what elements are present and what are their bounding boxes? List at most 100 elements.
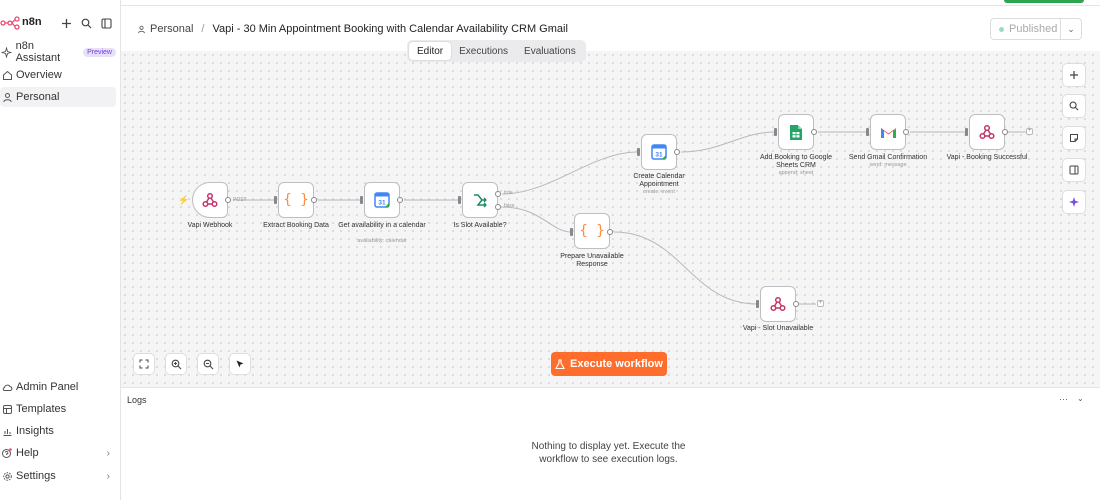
workflow-name[interactable]: Vapi - 30 Min Appointment Booking with C… [212, 23, 567, 35]
flask-icon [555, 358, 565, 369]
input-handle[interactable] [965, 128, 968, 136]
add-node-plus-icon[interactable]: + [1026, 128, 1033, 135]
sparkle-icon [1069, 197, 1079, 207]
code-braces-icon: { } [579, 223, 605, 239]
cursor-icon [236, 360, 244, 368]
node-vapi-slot-unavailable[interactable] [760, 286, 796, 322]
sidebar-item-personal[interactable]: Personal [0, 87, 116, 107]
svg-text:31: 31 [655, 152, 663, 159]
node-is-slot-available[interactable] [462, 182, 498, 218]
sidebar-item-overview[interactable]: Overview [0, 65, 116, 85]
home-icon [0, 68, 14, 82]
edge-label-false: false [504, 203, 515, 209]
workflow-more-button[interactable]: ··· [539, 21, 554, 35]
add-node-plus-icon[interactable]: + [817, 300, 824, 307]
node-extract-booking-data[interactable]: { } [278, 182, 314, 218]
cloud-icon [0, 380, 14, 394]
input-handle[interactable] [274, 196, 277, 204]
chevron-right-icon: › [106, 447, 110, 459]
node-label: Vapi - Slot Unavailable [742, 325, 814, 332]
input-handle[interactable] [774, 128, 777, 136]
header-top-divider [121, 0, 1100, 6]
output-handle[interactable] [397, 197, 403, 203]
published-label-wrap: Published [991, 19, 1061, 39]
node-vapi-booking-successful[interactable] [969, 114, 1005, 150]
logs-more-button[interactable]: ··· [1059, 394, 1068, 404]
execute-workflow-label: Execute workflow [570, 358, 663, 370]
sidebar-item-assistant[interactable]: n8n Assistant Preview [0, 40, 116, 64]
sidebar-item-insights[interactable]: Insights [0, 421, 116, 441]
sidebar-item-label: Settings [16, 470, 56, 482]
output-handle[interactable] [607, 229, 613, 235]
input-handle[interactable] [866, 128, 869, 136]
input-handle[interactable] [458, 196, 461, 204]
chevron-down-icon[interactable]: ⌄ [1077, 394, 1084, 403]
input-handle[interactable] [570, 228, 573, 236]
search-icon [1069, 101, 1079, 111]
zoom-out-button[interactable] [197, 353, 219, 375]
search-icon[interactable] [78, 15, 94, 31]
input-handle[interactable] [360, 196, 363, 204]
output-handle[interactable] [225, 197, 231, 203]
node-add-booking-sheets[interactable] [778, 114, 814, 150]
tab-executions[interactable]: Executions [451, 42, 516, 60]
input-handle[interactable] [756, 300, 759, 308]
plus-icon[interactable] [58, 15, 74, 31]
sidebar-item-help[interactable]: Help › [0, 443, 116, 463]
sidebar-item-label: Insights [16, 425, 54, 437]
zoom-out-icon [203, 359, 213, 369]
sticky-note-button[interactable] [1062, 126, 1086, 150]
sidebar: n8n n8n Assistant Preview Overview Perso… [0, 0, 121, 500]
add-node-button[interactable] [1062, 63, 1086, 87]
output-handle[interactable] [811, 129, 817, 135]
input-handle[interactable] [637, 148, 640, 156]
output-handle[interactable] [674, 149, 680, 155]
sidebar-item-settings[interactable]: Settings › [0, 466, 116, 486]
tab-evaluations[interactable]: Evaluations [516, 42, 584, 60]
output-handle[interactable] [903, 129, 909, 135]
sidebar-item-label: Overview [16, 69, 62, 81]
published-button[interactable]: Published ⌄ [990, 18, 1082, 40]
node-create-calendar-appointment[interactable]: 31 [641, 134, 677, 170]
node-label: Is Slot Available? [453, 222, 507, 229]
workflow-canvas[interactable]: ⚡ POST Vapi Webhook { } Extract Booking … [121, 51, 1100, 387]
search-nodes-button[interactable] [1062, 94, 1086, 118]
node-label: Get availability in a calendar [338, 222, 426, 229]
google-calendar-icon: 31 [374, 192, 390, 208]
output-handle[interactable] [793, 301, 799, 307]
sidebar-item-templates[interactable]: Templates [0, 399, 116, 419]
node-subtitle: append: sheet [778, 170, 814, 176]
sidebar-toggle-icon[interactable] [98, 15, 114, 31]
plus-icon [1070, 71, 1078, 79]
sidebar-item-admin-panel[interactable]: Admin Panel [0, 377, 116, 397]
zoom-in-button[interactable] [165, 353, 187, 375]
output-handle[interactable] [311, 197, 317, 203]
node-send-gmail-confirmation[interactable] [870, 114, 906, 150]
node-label: Create Calendar Appointment [633, 173, 685, 188]
svg-text:31: 31 [378, 200, 386, 207]
webhook-icon [202, 192, 218, 208]
output-handle-false[interactable] [495, 204, 501, 210]
webhook-icon [770, 296, 786, 312]
sidebar-item-label: Templates [16, 403, 67, 415]
panel-toggle-button[interactable] [1062, 158, 1086, 182]
breadcrumb: Personal / Vapi - 30 Min Appointment Boo… [137, 23, 568, 35]
ai-assistant-button[interactable] [1062, 190, 1086, 214]
n8n-logo-icon[interactable] [0, 16, 20, 30]
edge-label-post: POST [233, 197, 247, 203]
execute-workflow-button[interactable]: Execute workflow [551, 352, 667, 376]
logs-empty-message: Nothing to display yet. Execute the work… [531, 441, 686, 465]
output-handle-true[interactable] [495, 191, 501, 197]
fit-view-button[interactable] [133, 353, 155, 375]
breadcrumb-project[interactable]: Personal [150, 23, 193, 35]
node-prepare-unavailable-response[interactable]: { } [574, 213, 610, 249]
node-vapi-webhook[interactable] [192, 182, 228, 218]
node-get-availability[interactable]: 31 [364, 182, 400, 218]
sidebar-header: n8n [0, 13, 121, 33]
published-label: Published [1009, 23, 1058, 35]
tab-editor[interactable]: Editor [409, 42, 452, 60]
output-handle[interactable] [1002, 129, 1008, 135]
cursor-mode-button[interactable] [229, 353, 251, 375]
edge-label-true: true [504, 190, 513, 196]
chevron-down-icon[interactable]: ⌄ [1061, 24, 1081, 35]
